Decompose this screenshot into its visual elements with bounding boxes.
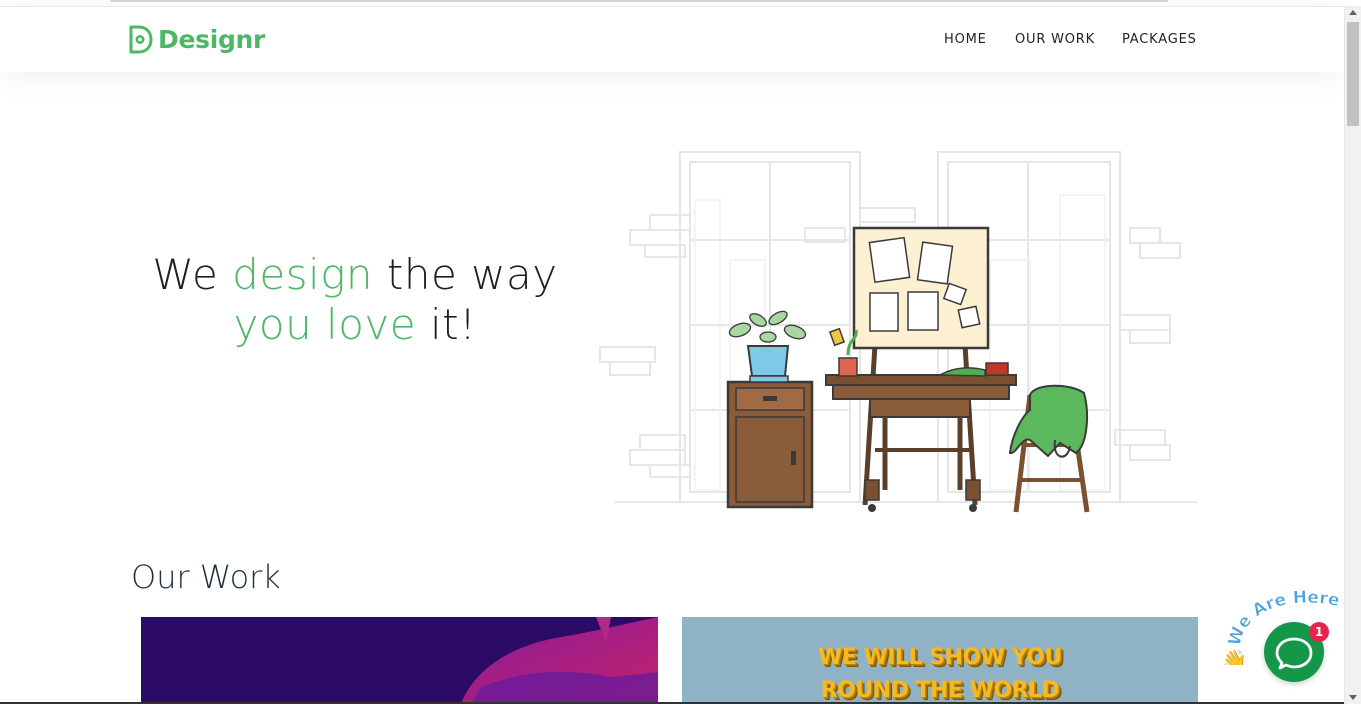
nav-our-work[interactable]: OUR WORK [1015, 32, 1095, 52]
scroll-up-arrow-icon[interactable] [1349, 10, 1357, 15]
waving-hand-icon: 👋 [1222, 648, 1247, 665]
hero-text-the-way: the way [373, 250, 558, 299]
top-divider [110, 0, 1168, 2]
navbar: Designr HOME OUR WORK PACKAGES [0, 6, 1344, 72]
hero-illustration [599, 151, 1197, 513]
logo-text: Designr [158, 24, 266, 54]
work-card-2[interactable]: WE WILL SHOW YOU ROUND THE WORLD [682, 617, 1198, 704]
work-card-2-line1: WE WILL SHOW YOU [818, 645, 1062, 670]
designr-logo-icon [129, 25, 153, 53]
nav-home[interactable]: HOME [944, 32, 987, 52]
hero-text-you-love: you love [233, 300, 417, 349]
hero-headline: We design the way you love it! [130, 250, 580, 350]
work-card-2-line2: ROUND THE WORLD [820, 678, 1060, 703]
our-work-title: Our Work [131, 558, 281, 596]
scroll-thumb[interactable] [1347, 22, 1359, 126]
chat-unread-badge: 1 [1309, 622, 1329, 642]
scroll-down-arrow-icon[interactable] [1349, 695, 1357, 700]
logo[interactable]: Designr [128, 23, 265, 55]
hero-text-we: We [152, 250, 233, 299]
hero-text-it: it! [416, 300, 477, 349]
nav-packages[interactable]: PACKAGES [1122, 32, 1197, 52]
work-card-1-art [461, 617, 658, 704]
work-card-1[interactable] [141, 617, 658, 704]
hero-text-design: design [232, 250, 374, 299]
